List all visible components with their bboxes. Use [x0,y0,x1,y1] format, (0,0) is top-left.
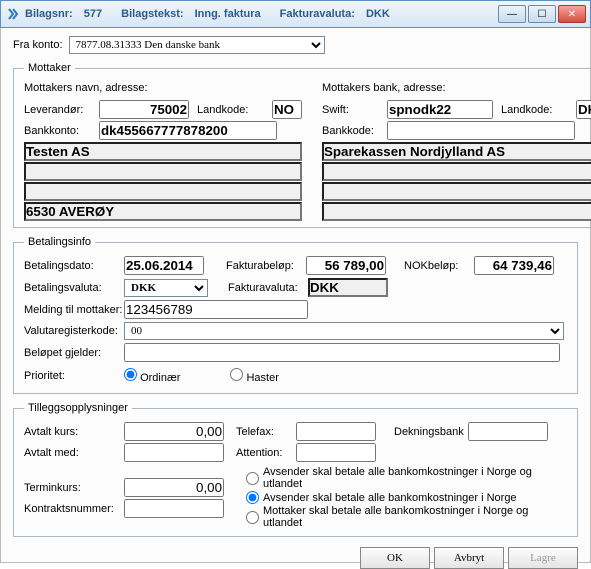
landkode-label-right: Landkode: [501,104,576,116]
melding-label: Melding til mottaker: [24,304,124,316]
telefax-label: Telefax: [236,426,296,438]
recipient-name-line1[interactable] [24,142,302,161]
avtalt-kurs-input[interactable] [124,422,224,441]
belopet-label: Beløpet gjelder: [24,347,124,359]
bank-line2[interactable] [322,162,591,181]
kostnad-radio-1[interactable]: Avsender skal betale alle bankomkostning… [246,466,567,490]
bank-line1[interactable] [322,142,591,161]
betalingsvaluta-select[interactable]: DKK [124,279,208,297]
window-title: Bilagsnr: 577 Bilagstekst: Inng. faktura… [25,8,406,20]
telefax-input[interactable] [296,422,376,441]
close-button[interactable]: ✕ [558,5,586,23]
recipient-name-line3[interactable] [24,182,302,201]
bank-line4[interactable] [322,202,591,221]
prioritet-label: Prioritet: [24,370,124,382]
fra-konto-label: Fra konto: [13,39,63,51]
kostnad-radio-1-input[interactable] [246,472,259,485]
prioritet-haster-radio[interactable] [230,368,243,381]
landkode-input-right[interactable] [576,100,591,119]
bankkonto-label: Bankkonto: [24,125,99,137]
avtalt-kurs-label: Avtalt kurs: [24,426,124,438]
betalingsdato-input[interactable] [124,256,204,275]
bank-line3[interactable] [322,182,591,201]
terminkurs-input[interactable] [124,478,224,497]
nokbelop-input[interactable] [474,256,554,275]
attention-input[interactable] [296,443,376,462]
fakturavaluta-input [308,278,388,297]
landkode-label-left: Landkode: [197,104,272,116]
belopet-input[interactable] [124,343,560,362]
bankkonto-input[interactable] [99,121,277,140]
valutaregister-select[interactable]: 00 [124,322,564,340]
dekningsbank-label: Dekningsbank [394,426,464,438]
tillegg-fieldset: Tilleggsopplysninger Avtalt kurs: Telefa… [13,402,578,537]
prioritet-haster[interactable]: Haster [230,368,278,384]
fakturabelop-label: Fakturabeløp: [226,260,306,272]
mottaker-bank-header: Mottakers bank, adresse: [322,82,591,94]
bankkode-label: Bankkode: [322,125,387,137]
betalingsvaluta-label: Betalingsvaluta: [24,282,124,294]
fakturavaluta-label: Fakturavaluta: [228,282,308,294]
lagre-button: Lagre [508,547,578,569]
tillegg-legend: Tilleggsopplysninger [24,402,132,414]
betalingsinfo-fieldset: Betalingsinfo Betalingsdato: Fakturabelø… [13,236,578,394]
nokbelop-label: NOKbeløp: [404,260,474,272]
bankkode-input[interactable] [387,121,575,140]
kostnad-radio-2-input[interactable] [246,491,259,504]
dekningsbank-input[interactable] [468,422,548,441]
kostnad-radio-3-input[interactable] [246,511,259,524]
mottaker-legend: Mottaker [24,62,75,74]
leverandor-label: Leverandør: [24,104,99,116]
melding-input[interactable] [124,300,308,319]
betalingsinfo-legend: Betalingsinfo [24,236,95,248]
recipient-name-line2[interactable] [24,162,302,181]
kontrakt-input[interactable] [124,499,224,518]
betalingsdato-label: Betalingsdato: [24,260,124,272]
avbryt-button[interactable]: Avbryt [434,547,504,569]
prioritet-ordinaer-radio[interactable] [124,368,137,381]
fakturabelop-input[interactable] [306,256,386,275]
maximize-button[interactable]: ☐ [528,5,556,23]
minimize-button[interactable]: — [498,5,526,23]
kontrakt-label: Kontraktsnummer: [24,503,124,515]
swift-input[interactable] [387,100,493,119]
avtalt-med-input[interactable] [124,443,224,462]
titlebar: Bilagsnr: 577 Bilagstekst: Inng. faktura… [0,0,591,28]
valutaregister-label: Valutaregisterkode: [24,325,124,337]
landkode-input-left[interactable] [272,100,302,119]
terminkurs-label: Terminkurs: [24,482,124,494]
kostnad-radio-3[interactable]: Mottaker skal betale alle bankomkostning… [246,505,567,529]
fra-konto-select[interactable]: 7877.08.31333 Den danske bank [69,36,325,54]
prioritet-ordinaer[interactable]: Ordinær [124,368,180,384]
ok-button[interactable]: OK [360,547,430,569]
attention-label: Attention: [236,447,296,459]
swift-label: Swift: [322,104,387,116]
mottaker-fieldset: Mottaker Mottakers navn, adresse: Levera… [13,62,591,228]
leverandor-input[interactable] [99,100,189,119]
avtalt-med-label: Avtalt med: [24,447,124,459]
mottaker-navn-header: Mottakers navn, adresse: [24,82,302,94]
recipient-name-line4[interactable] [24,202,302,221]
kostnad-radio-2[interactable]: Avsender skal betale alle bankomkostning… [246,491,567,504]
app-icon [7,7,21,21]
